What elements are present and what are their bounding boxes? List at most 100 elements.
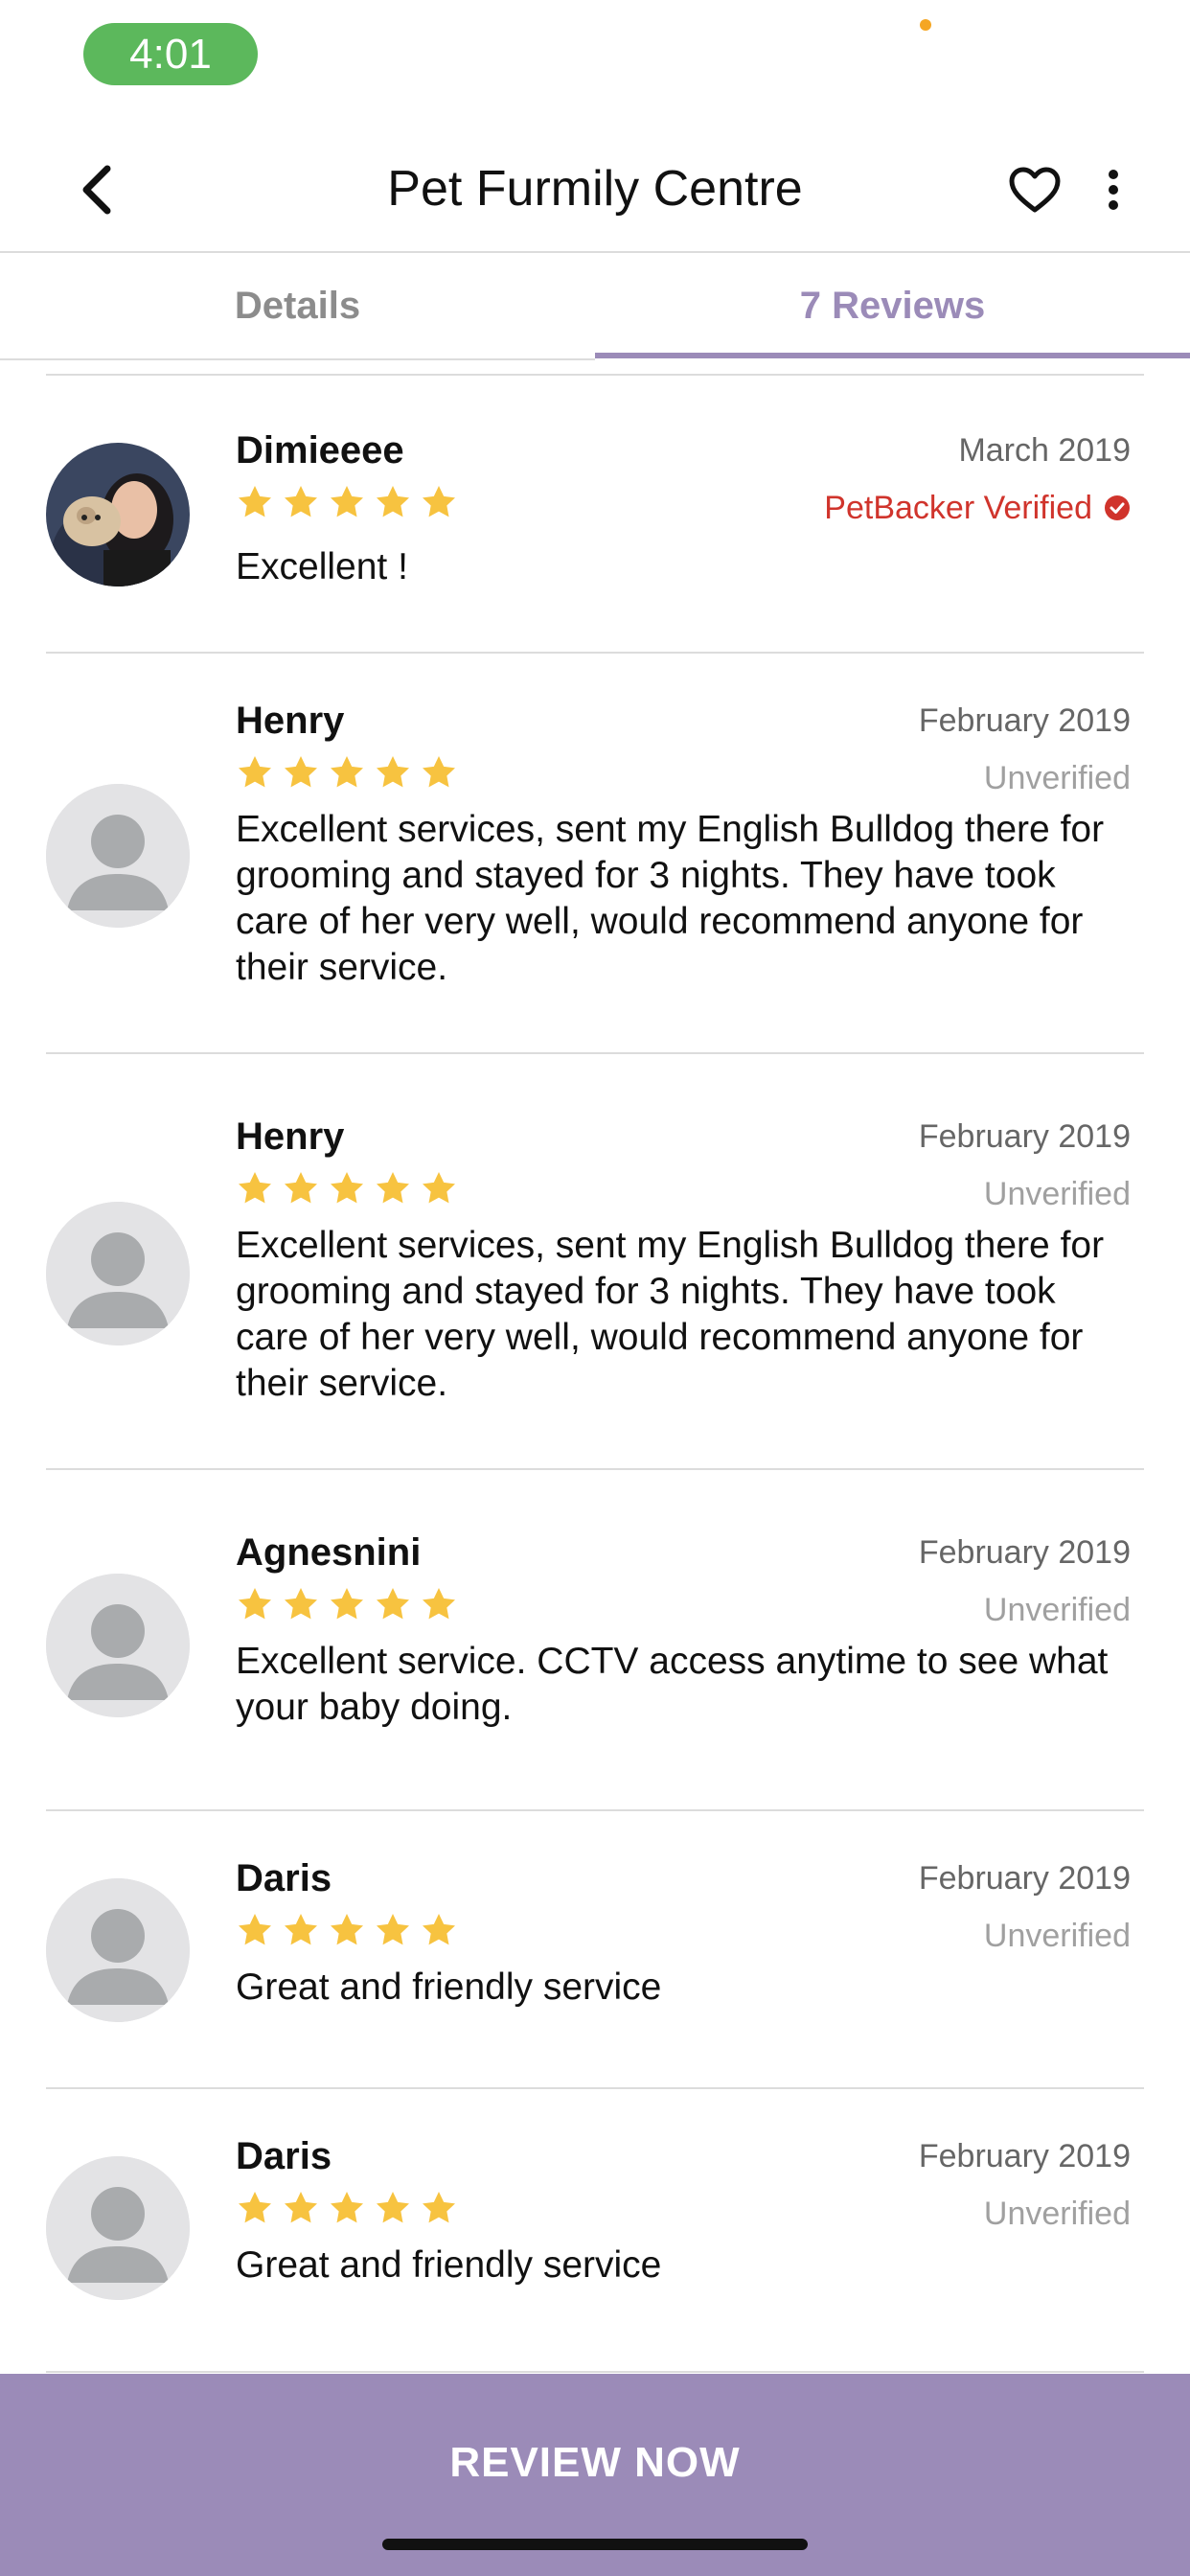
review-date: February 2019 [918, 1534, 1131, 1571]
review-item: Agnesnini February 2019 Unverified Excel… [0, 1485, 1190, 1811]
star-icon [377, 1588, 409, 1620]
back-button[interactable] [67, 161, 125, 218]
star-icon [239, 486, 271, 518]
review-item: Daris February 2019 Unverified Great and… [0, 1811, 1190, 2089]
unverified-status: Unverified [983, 2196, 1131, 2232]
header: Pet Furmily Centre [0, 126, 1190, 253]
review-text: Excellent services, sent my English Bull… [236, 809, 1105, 988]
review-date: February 2019 [918, 1118, 1131, 1155]
review-text: Great and friendly service [236, 2244, 662, 2286]
star-icon [377, 1172, 409, 1204]
review-item: Daris February 2019 Unverified Great and… [0, 2089, 1190, 2373]
user-placeholder-icon [46, 1878, 190, 2022]
star-rating [236, 753, 458, 795]
star-icon [285, 486, 317, 518]
star-rating [236, 483, 458, 525]
verified-status: PetBacker Verified [824, 481, 1131, 535]
star-icon [285, 1588, 317, 1620]
review-divider [46, 2371, 1144, 2373]
unverified-status: Unverified [983, 1176, 1131, 1212]
star-icon [239, 1588, 271, 1620]
star-icon [239, 756, 271, 788]
star-icon [423, 2192, 455, 2223]
review-item: Henry February 2019 Unverified Excellent… [0, 654, 1190, 1070]
back-icon [82, 165, 111, 215]
review-text: Great and friendly service [236, 1966, 662, 2008]
star-icon [285, 1172, 317, 1204]
review-date: February 2019 [918, 702, 1131, 739]
review-text: Excellent ! [236, 546, 408, 587]
star-rating [236, 1169, 458, 1211]
page-title: Pet Furmily Centre [387, 161, 803, 217]
avatar-photo [46, 443, 190, 586]
status-bar: 4:01 [0, 0, 1190, 126]
review-now-bar: REVIEW NOW [0, 2374, 1190, 2576]
review-date: February 2019 [918, 2138, 1131, 2174]
reviewer-name[interactable]: Henry [236, 694, 344, 748]
reviewer-avatar[interactable] [46, 2156, 190, 2300]
reviewer-name[interactable]: Dimieeee [236, 424, 404, 477]
star-icon [239, 1914, 271, 1945]
star-icon [285, 1914, 317, 1945]
reviewer-name[interactable]: Daris [236, 2129, 332, 2183]
review-divider [46, 1052, 1144, 1054]
more-vertical-icon [1109, 170, 1118, 210]
favorite-button[interactable] [1004, 159, 1065, 220]
star-icon [331, 1914, 363, 1945]
star-icon [377, 2192, 409, 2223]
verified-check-icon [1105, 495, 1130, 520]
reviewer-avatar[interactable] [46, 784, 190, 928]
verified-label: PetBacker Verified [824, 490, 1092, 526]
review-divider [46, 1468, 1144, 1470]
unverified-status: Unverified [983, 760, 1131, 796]
user-placeholder-icon [46, 1574, 190, 1717]
star-icon [285, 756, 317, 788]
star-icon [377, 486, 409, 518]
star-rating [236, 1585, 458, 1627]
status-time: 4:01 [83, 23, 258, 85]
star-icon [377, 1914, 409, 1945]
star-icon [331, 756, 363, 788]
star-icon [331, 2192, 363, 2223]
star-icon [377, 756, 409, 788]
reviewer-avatar[interactable] [46, 1878, 190, 2022]
status-indicator-dot [920, 19, 931, 31]
star-icon [239, 2192, 271, 2223]
review-date: February 2019 [918, 1860, 1131, 1897]
star-icon [423, 1914, 455, 1945]
review-now-button[interactable]: REVIEW NOW [0, 2374, 1190, 2551]
active-tab-indicator [595, 353, 1190, 358]
reviewer-name[interactable]: Agnesnini [236, 1526, 421, 1579]
star-icon [423, 756, 455, 788]
tab-bar: Details 7 Reviews [0, 253, 1190, 360]
star-icon [285, 2192, 317, 2223]
tab-details[interactable]: Details [0, 253, 595, 360]
star-icon [331, 486, 363, 518]
more-options-button[interactable] [1092, 159, 1134, 220]
review-list[interactable]: Dimieeee March 2019 PetBacker Verified E… [0, 360, 1190, 2373]
unverified-status: Unverified [983, 1918, 1131, 1954]
star-icon [423, 486, 455, 518]
reviewer-avatar[interactable] [46, 443, 190, 586]
star-rating [236, 1911, 458, 1953]
user-placeholder-icon [46, 2156, 190, 2300]
reviewer-avatar[interactable] [46, 1574, 190, 1717]
star-icon [423, 1588, 455, 1620]
heart-icon [1009, 167, 1061, 213]
user-placeholder-icon [46, 1202, 190, 1346]
review-text: Excellent service. CCTV access anytime t… [236, 1641, 1109, 1728]
star-icon [331, 1588, 363, 1620]
user-placeholder-icon [46, 784, 190, 928]
star-icon [239, 1172, 271, 1204]
home-indicator[interactable] [382, 2539, 808, 2550]
reviewer-name[interactable]: Daris [236, 1852, 332, 1905]
star-icon [423, 1172, 455, 1204]
review-item: Henry February 2019 Unverified Excellent… [0, 1070, 1190, 1485]
star-icon [331, 1172, 363, 1204]
page: 4:01 Pet Furmily Centre Details 7 Review… [0, 0, 1190, 2576]
reviewer-name[interactable]: Henry [236, 1110, 344, 1163]
tab-reviews[interactable]: 7 Reviews [595, 253, 1190, 360]
star-rating [236, 2189, 458, 2231]
reviewer-avatar[interactable] [46, 1202, 190, 1346]
unverified-status: Unverified [983, 1592, 1131, 1628]
